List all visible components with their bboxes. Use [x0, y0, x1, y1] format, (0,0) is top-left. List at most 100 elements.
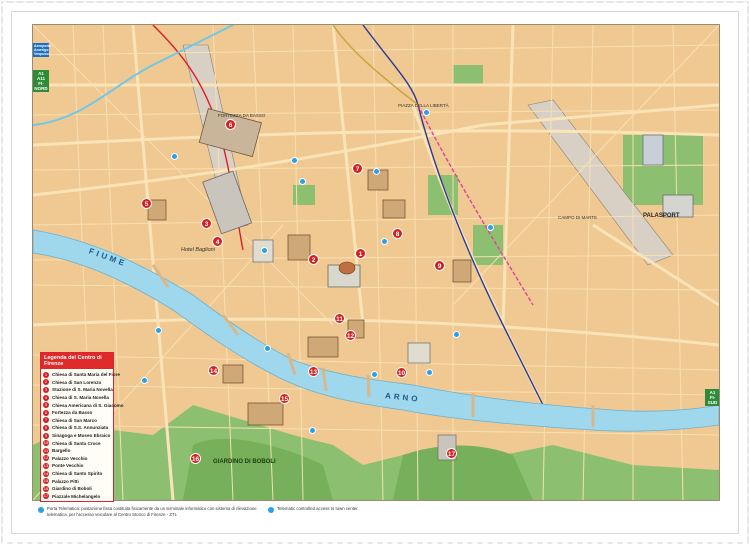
legend-item[interactable]: 3 Stazione di S. Maria Novella [43, 386, 113, 394]
legend-item-label: Chiesa di Santa Croce [52, 440, 101, 446]
legend-number-badge: 11 [43, 447, 49, 454]
monument-marker[interactable]: 4 [212, 236, 223, 247]
legend-item-label: Chiesa di San Lorenzo [52, 379, 102, 385]
legend-item-label: Chiesa Americana di S. Giacomo [52, 402, 124, 408]
legend-item[interactable]: 8 Chiesa di S.S. Annunziata [43, 424, 111, 432]
telematic-gate [264, 345, 271, 352]
legend-item[interactable]: 13 Ponte Vecchio [43, 462, 111, 470]
legend-item[interactable]: 9 Sinagoga e Museo Ebraico [43, 432, 111, 440]
legend-title: Legenda del Centro di Firenze [41, 353, 113, 369]
legend-number-badge: 12 [43, 455, 49, 462]
monument-legend: Legenda del Centro di Firenze 1 Chiesa di… [40, 352, 124, 502]
monument-marker[interactable]: 1 [355, 248, 366, 259]
monument-marker[interactable]: 7 [352, 163, 363, 174]
legend-item-label: Piazzale Michelangelo [52, 493, 101, 499]
legend-item[interactable]: 11 Bargello [43, 447, 111, 455]
legend-item-label: Chiesa di Santo Spirito [52, 471, 103, 477]
telematic-gate [141, 377, 148, 384]
monument-marker[interactable]: 12 [345, 330, 356, 341]
legend-number-badge: 6 [43, 409, 49, 416]
monument-marker[interactable]: 13 [308, 366, 319, 377]
legend-item-label: Chiesa di S.S. Annunziata [52, 425, 109, 431]
place-fortezza: FORTEZZA DA BASSO [218, 113, 266, 118]
telematic-gate [381, 238, 388, 245]
legend-item-label: Fortezza da Basso [52, 410, 93, 416]
legend-number-badge: 7 [43, 417, 49, 424]
legend-number-badge: 16 [43, 485, 49, 492]
monument-marker[interactable]: 16 [190, 453, 201, 464]
monument-marker[interactable]: 11 [334, 313, 345, 324]
monument-marker[interactable]: 3 [201, 218, 212, 229]
legend-item-label: Chiesa di San Marco [52, 417, 97, 423]
telematic-gate [309, 427, 316, 434]
telematic-dot-icon [268, 507, 274, 513]
telematic-gate [299, 178, 306, 185]
legend-number-badge: 15 [43, 478, 49, 485]
legend-number-badge: 1 [43, 371, 49, 378]
legend-number-badge: 5 [43, 402, 49, 409]
telematic-gate [423, 109, 430, 116]
legend-item-label: Chiesa di Santa Maria del Fiore [52, 372, 120, 378]
legend-number-badge: 8 [43, 424, 49, 431]
telematic-gate [453, 331, 460, 338]
footer-right-text: Telematic controlled access to town cent… [277, 506, 359, 511]
place-hotel: Hotel Baglioni [181, 247, 215, 253]
place-boboli: GIARDINO DI BOBOLI [213, 459, 276, 465]
legend-item[interactable]: 1 Chiesa di Santa Maria del Fiore [43, 371, 120, 379]
legend-item[interactable]: 6 Fortezza da Basso [43, 409, 111, 417]
telematic-gate [261, 247, 268, 254]
monument-marker[interactable]: 5 [141, 198, 152, 209]
legend-item[interactable]: 2 Chiesa di San Lorenzo [43, 379, 111, 387]
legend-number-badge: 4 [43, 394, 49, 401]
legend-item-label: Chiesa di S. Maria Novella [52, 395, 109, 401]
legend-item[interactable]: 17 Piazzale Michelangelo [43, 493, 111, 501]
legend-item-label: Ponte Vecchio [52, 463, 84, 469]
telematic-gate [291, 157, 298, 164]
monument-marker[interactable]: 6 [225, 119, 236, 130]
legend-item[interactable]: 15 Palazzo Pitti [43, 477, 111, 485]
legend-number-badge: 10 [43, 440, 49, 447]
highway-sign-a1-nord: A1 A11 FI-NORD [33, 70, 49, 92]
monument-marker[interactable]: 2 [308, 254, 319, 265]
legend-number-badge: 17 [43, 493, 49, 500]
telematic-gate [171, 153, 178, 160]
map-canvas [33, 25, 719, 500]
monument-marker[interactable]: 10 [396, 367, 407, 378]
footer-left-text: Porta Telematica: postazione fissa costi… [47, 506, 257, 517]
legend-item-label: Sinagoga e Museo Ebraico [52, 433, 111, 439]
monument-marker[interactable]: 8 [392, 228, 403, 239]
legend-item-label: Giardino di Boboli [52, 486, 92, 492]
telematic-gate [155, 327, 162, 334]
monument-marker[interactable]: 17 [446, 448, 457, 459]
legend-number-badge: 2 [43, 379, 49, 386]
footer-notes: Porta Telematica: postazione fissa costi… [38, 506, 718, 522]
monument-marker[interactable]: 9 [434, 260, 445, 271]
city-map[interactable]: FIUME ARNO PALASPORT GIARDINO DI BOBOLI … [32, 24, 720, 501]
highway-sign-a1-sud: A1 FI-SUD [705, 389, 719, 406]
legend-item[interactable]: 12 Palazzo Vecchio [43, 455, 111, 463]
legend-item[interactable]: 4 Chiesa di S. Maria Novella [43, 394, 111, 402]
monument-marker[interactable]: 15 [279, 393, 290, 404]
legend-item-label: Palazzo Pitti [52, 478, 79, 484]
legend-item[interactable]: 5 Chiesa Americana di S. Giacomo [43, 401, 124, 409]
legend-list: 1 Chiesa di Santa Maria del Fiore 2 Chiesa … [41, 371, 124, 501]
legend-item-label: Palazzo Vecchio [52, 455, 88, 461]
legend-item-label: Stazione di S. Maria Novella [52, 387, 113, 393]
legend-number-badge: 13 [43, 462, 49, 469]
legend-number-badge: 3 [43, 386, 49, 393]
legend-number-badge: 9 [43, 432, 49, 439]
place-palasport: PALASPORT [643, 213, 680, 219]
legend-item[interactable]: 7 Chiesa di San Marco [43, 417, 111, 425]
legend-item-label: Bargello [52, 448, 71, 454]
legend-item[interactable]: 16 Giardino di Boboli [43, 485, 111, 493]
legend-item[interactable]: 14 Chiesa di Santo Spirito [43, 470, 111, 478]
telematic-gate [426, 369, 433, 376]
telematic-gate [371, 371, 378, 378]
airport-sign: Aeroporto Amerigo Vespucci [33, 43, 52, 57]
legend-number-badge: 14 [43, 470, 49, 477]
monument-marker[interactable]: 14 [208, 365, 219, 376]
telematic-gate [373, 168, 380, 175]
place-campo-marte: CAMPO DI MARTE [558, 215, 598, 220]
telematic-gate [487, 224, 494, 231]
legend-item[interactable]: 10 Chiesa di Santa Croce [43, 439, 111, 447]
